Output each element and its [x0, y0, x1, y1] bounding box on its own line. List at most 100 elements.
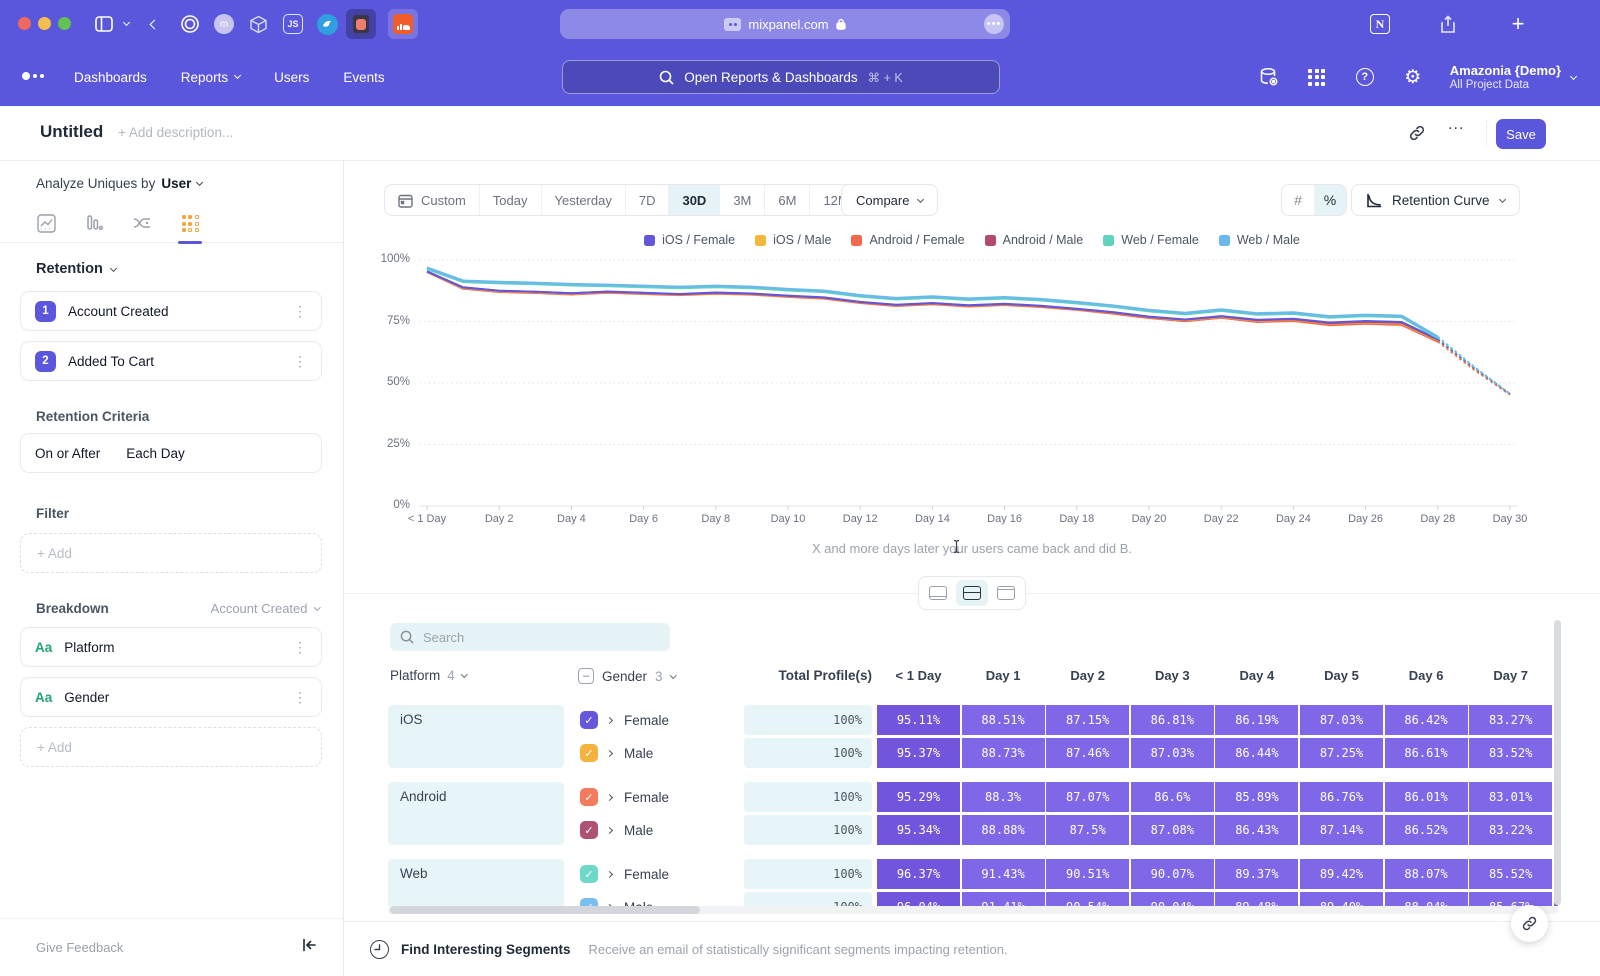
unit-number-button[interactable]: # — [1282, 185, 1314, 215]
legend-item[interactable]: Android / Male — [985, 233, 1084, 247]
add-description[interactable]: + Add description... — [118, 125, 233, 140]
window-zoom-button[interactable] — [58, 17, 71, 30]
sidebar-toggle-icon[interactable] — [92, 12, 116, 36]
extension-soundcloud-icon[interactable] — [388, 9, 418, 39]
day-column-header[interactable]: Day 6 — [1384, 668, 1468, 683]
extension-m-icon[interactable]: m — [212, 12, 236, 36]
vertical-scrollbar[interactable] — [1554, 620, 1561, 905]
platform-cell[interactable]: Android — [388, 782, 564, 845]
nav-item-dashboards[interactable]: Dashboards — [74, 70, 147, 85]
view-split-button[interactable] — [956, 580, 988, 606]
range-custom[interactable]: Custom — [385, 185, 480, 215]
range-7d[interactable]: 7D — [626, 185, 670, 215]
expand-chevron-icon[interactable] — [606, 749, 613, 756]
retention-section-heading[interactable]: Retention — [36, 261, 116, 277]
criteria-interval[interactable]: Each Day — [126, 446, 185, 461]
range-today[interactable]: Today — [480, 185, 542, 215]
legend-item[interactable]: Android / Female — [851, 233, 964, 247]
collapse-sidebar-icon[interactable] — [302, 938, 317, 952]
tab-retention[interactable] — [176, 209, 204, 239]
extension-logseq-icon[interactable] — [346, 9, 376, 39]
expand-chevron-icon[interactable] — [606, 826, 613, 833]
kebab-menu-icon[interactable]: ⋮ — [293, 303, 307, 320]
day-column-header[interactable]: Day 1 — [961, 668, 1045, 683]
chart-type-dropdown[interactable]: Retention Curve — [1351, 184, 1520, 216]
day-column-header[interactable]: Day 4 — [1215, 668, 1299, 683]
kebab-menu-icon[interactable]: ⋮ — [293, 639, 307, 656]
retention-chart[interactable] — [414, 249, 1534, 521]
notion-icon[interactable]: N — [1368, 12, 1392, 36]
filter-add-button[interactable]: + Add — [20, 533, 322, 573]
row-checkbox[interactable]: ✓ — [580, 788, 598, 806]
retention-step-2[interactable]: 2Added To Cart⋮ — [20, 341, 322, 381]
legend-item[interactable]: iOS / Female — [644, 233, 735, 247]
day-column-header[interactable]: Day 5 — [1300, 668, 1384, 683]
row-checkbox[interactable]: ✓ — [580, 821, 598, 839]
platform-column-header[interactable]: Platform4 — [390, 668, 466, 683]
save-button[interactable]: Save — [1496, 119, 1546, 149]
window-minimize-button[interactable] — [38, 17, 51, 30]
global-search[interactable]: Open Reports & Dashboards ⌘ + K — [562, 60, 1000, 94]
mixpanel-logo-icon[interactable] — [22, 72, 44, 80]
compare-button[interactable]: Compare — [841, 184, 938, 216]
unit-percent-button[interactable]: % — [1314, 185, 1346, 215]
analyze-uniques-control[interactable]: Analyze Uniques by User — [36, 176, 202, 191]
tab-flows[interactable] — [128, 209, 156, 239]
share-link-fab[interactable] — [1511, 905, 1548, 942]
extension-ring-icon[interactable] — [178, 12, 202, 36]
legend-item[interactable]: Web / Male — [1219, 233, 1300, 247]
segments-title[interactable]: Find Interesting Segments — [401, 942, 571, 957]
extension-cube-icon[interactable] — [246, 12, 270, 36]
range-3m[interactable]: 3M — [720, 185, 765, 215]
day-column-header[interactable]: Day 2 — [1046, 668, 1130, 683]
help-icon[interactable]: ? — [1354, 66, 1376, 88]
row-checkbox[interactable]: ✓ — [580, 865, 598, 883]
report-title[interactable]: Untitled — [40, 122, 103, 142]
view-table-only-button[interactable] — [990, 580, 1022, 606]
select-all-checkbox[interactable]: – — [578, 668, 594, 684]
breakdown-platform[interactable]: AaPlatform⋮ — [20, 627, 322, 667]
expand-chevron-icon[interactable] — [606, 716, 613, 723]
legend-item[interactable]: Web / Female — [1103, 233, 1199, 247]
row-checkbox[interactable]: ✓ — [580, 711, 598, 729]
retention-step-1[interactable]: 1Account Created⋮ — [20, 291, 322, 331]
more-actions[interactable]: ... — [1448, 116, 1464, 134]
breakdown-gender[interactable]: AaGender⋮ — [20, 677, 322, 717]
day-column-header[interactable]: < 1 Day — [877, 668, 961, 683]
breakdown-scope-dropdown[interactable]: Account Created — [211, 601, 319, 616]
tab-insights[interactable] — [32, 209, 60, 239]
tab-funnels[interactable] — [80, 209, 108, 239]
copy-link-icon[interactable] — [1408, 124, 1426, 142]
give-feedback-link[interactable]: Give Feedback — [36, 940, 123, 955]
share-icon[interactable] — [1436, 12, 1460, 36]
total-column-header[interactable]: Total Profile(s) — [744, 668, 872, 683]
platform-cell[interactable]: iOS — [388, 705, 564, 768]
nav-item-events[interactable]: Events — [343, 70, 384, 85]
extension-js-icon[interactable]: JS — [280, 12, 306, 36]
expand-chevron-icon[interactable] — [606, 870, 613, 877]
kebab-menu-icon[interactable]: ⋮ — [293, 689, 307, 706]
scrollbar-thumb[interactable] — [390, 906, 700, 914]
settings-gear-icon[interactable]: ⚙ — [1402, 66, 1424, 88]
window-close-button[interactable] — [18, 17, 31, 30]
kebab-menu-icon[interactable]: ⋮ — [293, 353, 307, 370]
nav-item-users[interactable]: Users — [274, 70, 309, 85]
nav-item-reports[interactable]: Reports — [181, 70, 240, 85]
platform-cell[interactable]: Web — [388, 859, 564, 906]
expand-chevron-icon[interactable] — [606, 793, 613, 800]
extension-bird-icon[interactable] — [314, 12, 340, 36]
url-more-icon[interactable]: ••• — [984, 14, 1004, 34]
row-checkbox[interactable]: ✓ — [580, 744, 598, 762]
back-icon[interactable] — [146, 12, 162, 36]
breakdown-add-button[interactable]: + Add — [20, 727, 322, 767]
range-yesterday[interactable]: Yesterday — [542, 185, 626, 215]
view-chart-only-button[interactable] — [922, 580, 954, 606]
range-6m[interactable]: 6M — [765, 185, 810, 215]
table-search-input[interactable]: Search — [390, 623, 670, 651]
criteria-operator[interactable]: On or After — [35, 446, 100, 461]
horizontal-scrollbar[interactable] — [388, 906, 1558, 914]
data-management-icon[interactable] — [1258, 66, 1280, 88]
range-30d[interactable]: 30D — [669, 185, 720, 215]
day-column-header[interactable]: Day 3 — [1130, 668, 1214, 683]
day-column-header[interactable]: Day 7 — [1469, 668, 1553, 683]
